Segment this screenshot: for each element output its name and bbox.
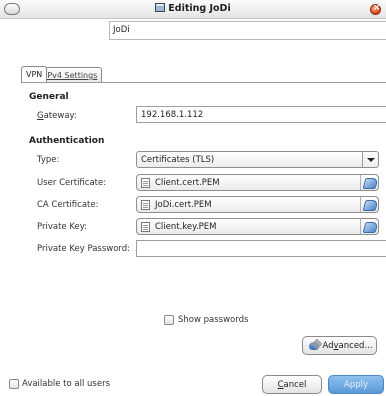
private-key-password-input[interactable]	[136, 240, 386, 257]
ca-certificate-label: CA Certificate:	[37, 200, 99, 210]
gateway-label: Gateway:	[37, 111, 77, 121]
general-heading: General	[29, 92, 69, 102]
network-icon	[155, 3, 166, 12]
folder-open-icon	[360, 197, 378, 212]
ca-certificate-chooser[interactable]: JoDi.cert.PEM	[136, 196, 379, 213]
chevron-down-icon	[362, 152, 378, 167]
gateway-input[interactable]: 192.168.1.112	[136, 106, 386, 123]
folder-open-icon	[360, 175, 378, 190]
apply-button[interactable]: Apply	[328, 375, 384, 394]
private-key-chooser[interactable]: Client.key.PEM	[136, 218, 379, 235]
user-certificate-chooser[interactable]: Client.cert.PEM	[136, 174, 379, 191]
tools-icon	[309, 340, 321, 351]
document-icon	[141, 200, 150, 210]
tab-ipv4-settings[interactable]: IPv4 Settings	[40, 67, 103, 82]
private-key-value: Client.key.PEM	[155, 222, 217, 232]
show-passwords-label: Show passwords	[178, 315, 249, 325]
user-certificate-value: Client.cert.PEM	[155, 178, 220, 188]
advanced-button[interactable]: Advanced...	[302, 336, 377, 355]
cancel-button[interactable]: Cancel	[262, 375, 322, 394]
close-icon[interactable]	[370, 3, 381, 15]
auth-type-value: Certificates (TLS)	[141, 155, 215, 165]
folder-open-icon	[360, 219, 378, 234]
document-icon	[141, 178, 150, 188]
type-label: Type:	[37, 155, 60, 165]
private-key-label: Private Key:	[37, 222, 87, 232]
show-passwords-checkbox[interactable]	[164, 315, 174, 325]
title-bar: Editing JoDi	[0, 0, 386, 19]
available-to-all-users-checkbox[interactable]	[9, 379, 19, 389]
window-title: Editing JoDi	[168, 3, 231, 14]
tab-vpn[interactable]: VPN	[21, 66, 48, 82]
user-certificate-label: User Certificate:	[37, 178, 107, 188]
available-to-all-users-label: Available to all users	[22, 379, 111, 389]
document-icon	[141, 222, 150, 232]
window-title-area: Editing JoDi	[0, 3, 386, 14]
ca-certificate-value: JoDi.cert.PEM	[155, 200, 212, 210]
connection-name-input[interactable]: JoDi	[109, 21, 386, 40]
authentication-heading: Authentication	[29, 136, 105, 146]
private-key-password-label: Private Key Password:	[37, 244, 131, 254]
auth-type-select[interactable]: Certificates (TLS)	[136, 151, 379, 168]
